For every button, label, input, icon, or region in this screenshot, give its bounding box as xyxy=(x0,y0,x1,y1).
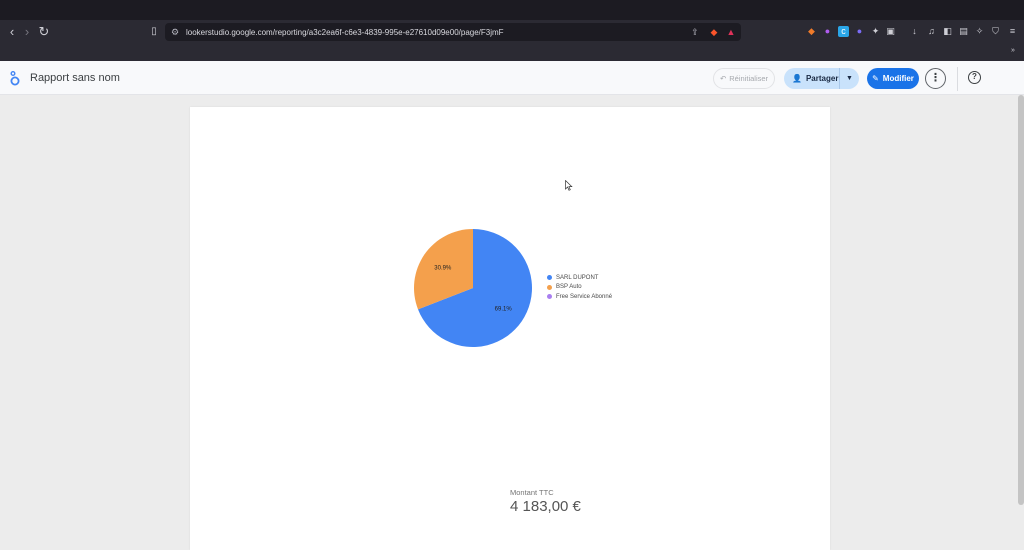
address-bar-url: lookerstudio.google.com/reporting/a3c2ea… xyxy=(186,27,504,37)
legend-label: SARL DUPONT xyxy=(556,274,599,281)
scorecard-label: Montant TTC xyxy=(510,488,554,497)
extensions-puzzle-icon[interactable]: ✦ xyxy=(870,26,881,37)
mouse-cursor-icon xyxy=(565,180,573,191)
legend-label: BSP Auto xyxy=(556,284,582,291)
browser-toolbar: ‹ › ↻ ▯ ⚙ lookerstudio.google.com/report… xyxy=(0,20,1024,44)
reset-button-label: Réinitialiser xyxy=(729,74,769,83)
legend-swatch xyxy=(547,294,552,300)
app-header: Rapport sans nom ↶ Réinitialiser 👤 Parta… xyxy=(0,61,1024,95)
report-title[interactable]: Rapport sans nom xyxy=(30,72,120,84)
more-options-button[interactable]: ⋮ xyxy=(925,68,946,89)
scorecard[interactable]: Montant TTC 4 183,00 € xyxy=(510,488,581,515)
edit-button[interactable]: ✎ Modifier xyxy=(867,68,919,89)
vpn-icon[interactable]: ⛉ xyxy=(990,26,1001,37)
help-button[interactable]: ? xyxy=(968,71,981,84)
share-dropdown-chevron-icon[interactable]: ▼ xyxy=(840,75,859,82)
undo-icon: ↶ xyxy=(719,74,727,83)
pencil-icon: ✎ xyxy=(872,74,879,83)
legend-swatch xyxy=(547,275,552,281)
forward-icon[interactable]: › xyxy=(19,24,35,40)
legend-item[interactable]: BSP Auto xyxy=(547,283,612,293)
brave-shields-icon[interactable]: ◆ xyxy=(709,27,719,37)
add-person-icon: 👤 xyxy=(792,74,802,83)
extension-blue-icon[interactable]: c xyxy=(838,26,849,37)
pie-slice-label-0: 69.1% xyxy=(495,307,513,313)
bookmark-strip: » xyxy=(0,44,1024,61)
report-canvas-area: 69.1% 30.9% SARL DUPONT BSP Auto Free Servi… xyxy=(0,95,1024,550)
report-page: 69.1% 30.9% SARL DUPONT BSP Auto Free Servi… xyxy=(190,107,830,550)
pie-chart[interactable]: 69.1% 30.9% xyxy=(412,227,534,349)
extension-fox-icon[interactable]: ◆ xyxy=(806,26,817,37)
legend-item[interactable]: SARL DUPONT xyxy=(547,273,612,283)
downloads-icon[interactable]: ↓ xyxy=(909,26,920,37)
reset-button[interactable]: ↶ Réinitialiser xyxy=(713,68,775,89)
share-main-button[interactable]: 👤 Partager xyxy=(784,68,840,89)
looker-studio-logo-icon xyxy=(10,71,20,86)
share-button-label: Partager xyxy=(805,74,839,83)
os-top-strip xyxy=(0,0,1024,20)
edit-button-label: Modifier xyxy=(882,74,914,83)
wallet-icon[interactable]: ▤ xyxy=(958,26,969,37)
share-button[interactable]: 👤 Partager ▼ xyxy=(784,68,859,89)
bookmark-icon[interactable]: ▯ xyxy=(146,24,162,40)
brave-rewards-icon[interactable]: ▲ xyxy=(726,27,736,37)
extension-purple-icon[interactable]: ● xyxy=(822,26,833,37)
bookmarks-menu-icon[interactable]: » xyxy=(1011,47,1015,54)
legend-swatch xyxy=(547,284,552,290)
legend-label: Free Service Abonné xyxy=(556,293,613,300)
sidebar-icon[interactable]: ◧ xyxy=(942,26,953,37)
pie-slice-label-1: 30.9% xyxy=(434,265,452,271)
address-bar[interactable]: ⚙ lookerstudio.google.com/reporting/a3c2… xyxy=(165,23,741,41)
extension-frame-icon[interactable]: ▣ xyxy=(885,26,896,37)
legend-item[interactable]: Free Service Abonné xyxy=(547,292,612,302)
reload-icon[interactable]: ↻ xyxy=(36,24,52,40)
menu-icon[interactable]: ≡ xyxy=(1007,26,1018,37)
media-icon[interactable]: ♫ xyxy=(926,26,937,37)
site-settings-icon[interactable]: ⚙ xyxy=(170,27,180,37)
vertical-scrollbar[interactable] xyxy=(1018,95,1024,505)
header-divider xyxy=(957,67,958,91)
pie-chart-legend: SARL DUPONT BSP Auto Free Service Abonné xyxy=(547,273,612,302)
scorecard-value: 4 183,00 € xyxy=(510,498,581,515)
extension-orb-icon[interactable]: ● xyxy=(854,26,865,37)
back-icon[interactable]: ‹ xyxy=(4,24,20,40)
share-page-icon[interactable]: ⇪ xyxy=(690,27,700,37)
leo-icon[interactable]: ✧ xyxy=(974,26,985,37)
